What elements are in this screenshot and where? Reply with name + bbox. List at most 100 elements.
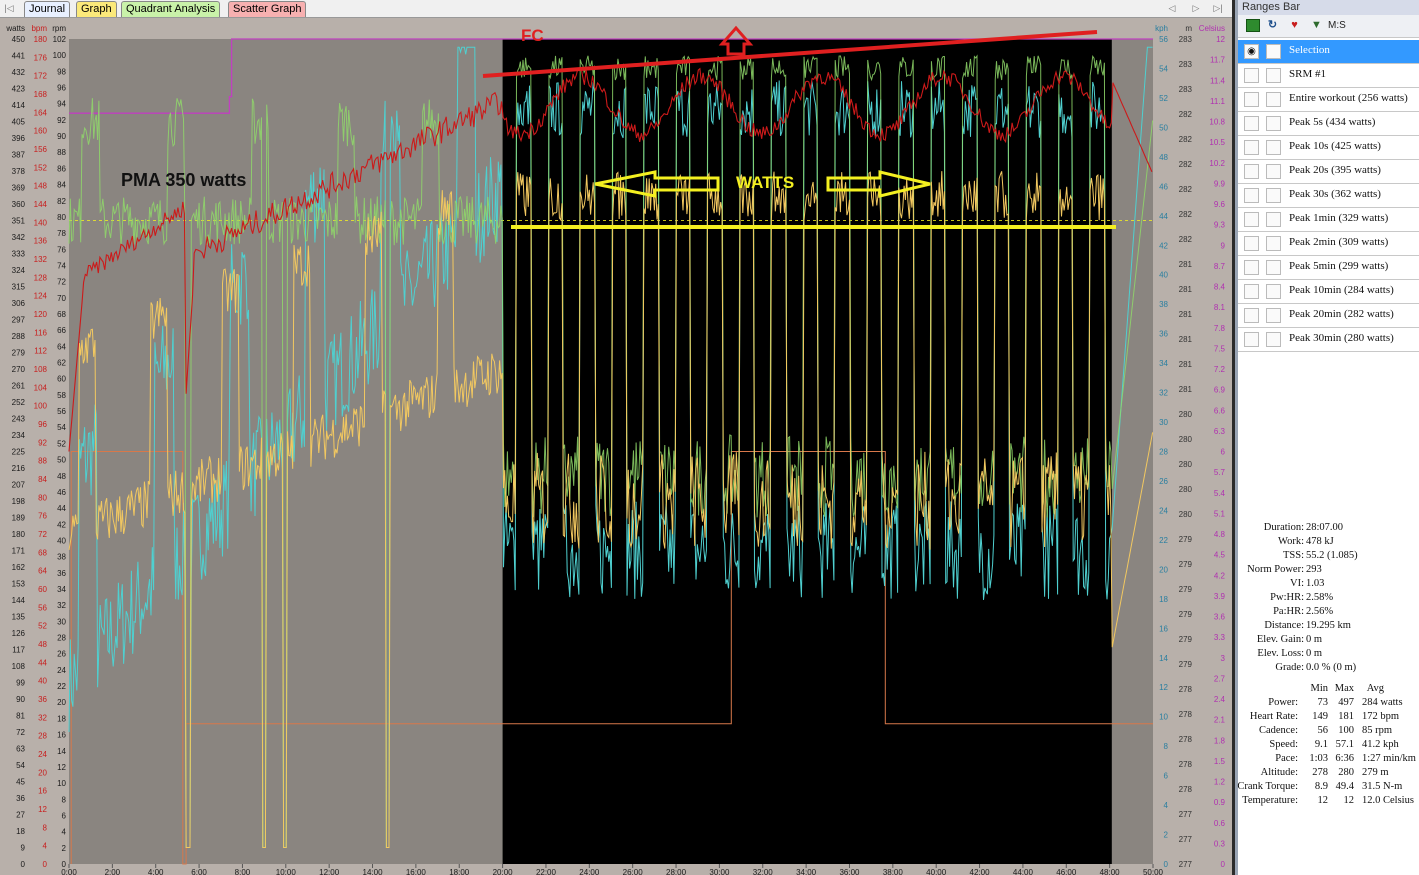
celsius-tick-label: 5.1 xyxy=(1214,509,1226,518)
watts-tick-label: 90 xyxy=(16,695,25,704)
bpm-tick-label: 152 xyxy=(34,163,48,172)
metric-max: 100 xyxy=(1338,725,1354,736)
range-checkbox[interactable] xyxy=(1266,284,1281,299)
metric-name: Temperature: xyxy=(1242,795,1298,806)
bpm-tick-label: 48 xyxy=(38,640,47,649)
bpm-tick-label: 60 xyxy=(38,585,47,594)
range-item[interactable]: Peak 30s (362 watts) xyxy=(1238,184,1419,208)
range-checkbox[interactable] xyxy=(1266,212,1281,227)
visibility-checkbox[interactable] xyxy=(1244,236,1259,251)
time-format-toggle[interactable]: M:S xyxy=(1328,19,1358,32)
tab-quadrant-analysis[interactable]: Quadrant Analysis xyxy=(121,1,221,17)
range-item[interactable]: Entire workout (256 watts) xyxy=(1238,88,1419,112)
metrics-row: Cadence: 56 100 85 rpm xyxy=(1238,725,1419,739)
range-checkbox[interactable] xyxy=(1266,140,1281,155)
tab-graph[interactable]: Graph xyxy=(76,1,117,17)
rpm-tick-label: 12 xyxy=(57,763,66,772)
bpm-tick-label: 168 xyxy=(34,90,48,99)
m-tick-label: 279 xyxy=(1179,660,1193,669)
heart-icon[interactable]: ♥ xyxy=(1288,19,1301,32)
kph-tick-label: 40 xyxy=(1159,271,1168,280)
m-tick-label: 278 xyxy=(1179,785,1193,794)
rpm-tick-label: 2 xyxy=(62,844,67,853)
range-checkbox[interactable] xyxy=(1266,92,1281,107)
m-tick-label: 280 xyxy=(1179,410,1193,419)
visibility-checkbox[interactable] xyxy=(1244,140,1259,155)
tab-journal[interactable]: Journal xyxy=(24,1,71,17)
rpm-tick-label: 54 xyxy=(57,423,66,432)
range-checkbox[interactable] xyxy=(1266,332,1281,347)
next-page-icon[interactable]: ▷ xyxy=(1190,2,1202,14)
visibility-checkbox[interactable] xyxy=(1244,164,1259,179)
range-item[interactable]: Peak 10min (284 watts) xyxy=(1238,280,1419,304)
prev-page-icon[interactable]: ◁ xyxy=(1166,2,1178,14)
visibility-checkbox[interactable] xyxy=(1244,92,1259,107)
rpm-tick-label: 42 xyxy=(57,520,66,529)
range-checkbox[interactable] xyxy=(1266,116,1281,131)
visibility-checkbox[interactable] xyxy=(1244,332,1259,347)
watts-tick-label: 414 xyxy=(12,101,26,110)
visibility-checkbox[interactable] xyxy=(1244,260,1259,275)
eye-icon[interactable]: ◉ xyxy=(1244,44,1259,59)
rpm-tick-label: 86 xyxy=(57,164,66,173)
rpm-tick-label: 52 xyxy=(57,439,66,448)
summary-key: Grade: xyxy=(1275,662,1304,673)
watts-tick-label: 405 xyxy=(12,118,26,127)
last-page-icon[interactable]: ▷| xyxy=(1212,2,1224,14)
range-checkbox[interactable] xyxy=(1266,188,1281,203)
range-checkbox[interactable] xyxy=(1266,236,1281,251)
tab-scatter-graph[interactable]: Scatter Graph xyxy=(228,1,307,17)
watts-tick-label: 333 xyxy=(12,250,26,259)
bpm-tick-label: 28 xyxy=(38,732,47,741)
range-item[interactable]: Peak 1min (329 watts) xyxy=(1238,208,1419,232)
celsius-tick-label: 6 xyxy=(1221,448,1226,457)
bpm-tick-label: 156 xyxy=(34,145,48,154)
visibility-checkbox[interactable] xyxy=(1244,212,1259,227)
refresh-icon[interactable]: ↻ xyxy=(1266,19,1279,32)
metric-avg: 41.2 kph xyxy=(1362,739,1399,750)
visibility-checkbox[interactable] xyxy=(1244,68,1259,83)
chart-icon[interactable] xyxy=(1246,19,1260,32)
range-checkbox[interactable] xyxy=(1266,308,1281,323)
m-axis-label: m xyxy=(1185,24,1192,33)
visibility-checkbox[interactable] xyxy=(1244,116,1259,131)
rpm-tick-label: 94 xyxy=(57,100,66,109)
range-checkbox[interactable] xyxy=(1266,164,1281,179)
watts-tick-label: 270 xyxy=(12,365,26,374)
rpm-tick-label: 10 xyxy=(57,779,66,788)
workout-graph[interactable]: watts45044143242341440539638737836936035… xyxy=(0,18,1232,875)
watts-tick-label: 135 xyxy=(12,613,26,622)
kph-tick-label: 0 xyxy=(1164,860,1169,869)
range-item[interactable]: Peak 2min (309 watts) xyxy=(1238,232,1419,256)
m-tick-label: 283 xyxy=(1179,85,1193,94)
first-page-icon[interactable]: |◁ xyxy=(3,2,15,14)
range-item[interactable]: SRM #1 xyxy=(1238,64,1419,88)
visibility-checkbox[interactable] xyxy=(1244,308,1259,323)
time-tick-label: 36:00 xyxy=(839,868,860,875)
visibility-checkbox[interactable] xyxy=(1244,284,1259,299)
m-tick-label: 281 xyxy=(1179,385,1193,394)
metric-name: Power: xyxy=(1268,697,1298,708)
range-checkbox[interactable] xyxy=(1266,68,1281,83)
celsius-tick-label: 9 xyxy=(1221,241,1226,250)
range-item[interactable]: ◉ Selection xyxy=(1238,40,1419,64)
kph-tick-label: 48 xyxy=(1159,153,1168,162)
summary-value: 55.2 (1.085) xyxy=(1306,550,1358,561)
time-tick-label: 48:00 xyxy=(1100,868,1121,875)
mountain-icon[interactable]: ▼ xyxy=(1310,19,1323,32)
celsius-tick-label: 1.2 xyxy=(1214,778,1226,787)
time-tick-label: 46:00 xyxy=(1056,868,1077,875)
range-item[interactable]: Peak 30min (280 watts) xyxy=(1238,328,1419,352)
summary-key: Norm Power: xyxy=(1247,564,1304,575)
range-checkbox[interactable] xyxy=(1266,44,1281,59)
range-item[interactable]: Peak 5min (299 watts) xyxy=(1238,256,1419,280)
range-item[interactable]: Peak 5s (434 watts) xyxy=(1238,112,1419,136)
range-item[interactable]: Peak 10s (425 watts) xyxy=(1238,136,1419,160)
range-checkbox[interactable] xyxy=(1266,260,1281,275)
summary-row: Pw:HR: 2.58% xyxy=(1238,592,1419,606)
range-item[interactable]: Peak 20s (395 watts) xyxy=(1238,160,1419,184)
visibility-checkbox[interactable] xyxy=(1244,188,1259,203)
range-item[interactable]: Peak 20min (282 watts) xyxy=(1238,304,1419,328)
bpm-tick-label: 108 xyxy=(34,365,48,374)
m-tick-label: 280 xyxy=(1179,435,1193,444)
